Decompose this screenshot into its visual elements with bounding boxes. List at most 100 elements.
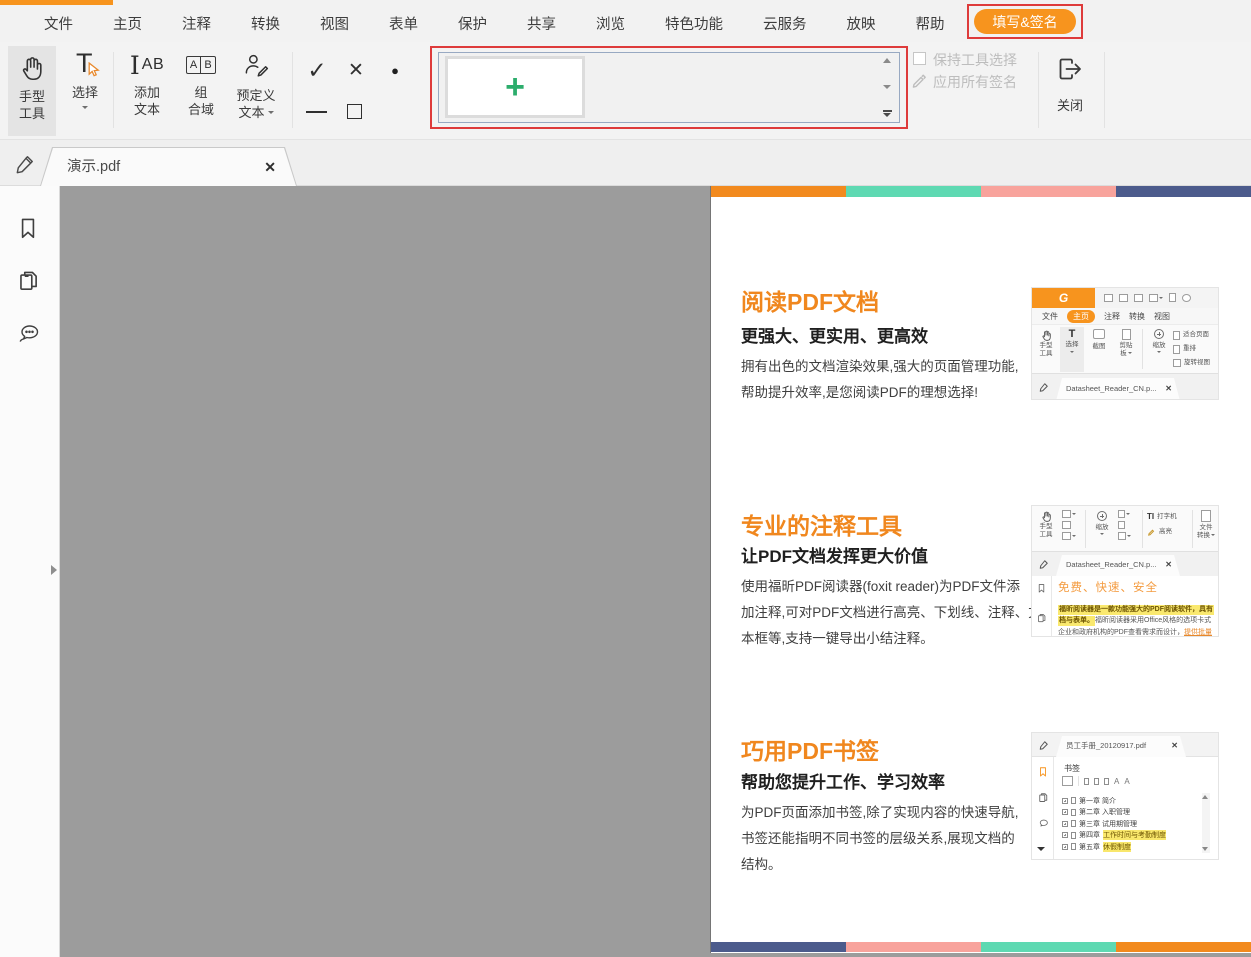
hand-tool-button[interactable]: 手型工具 bbox=[8, 46, 56, 136]
add-text-label-1: 添加 bbox=[134, 84, 160, 101]
predefined-text-button[interactable]: 预定义 文本 bbox=[228, 46, 284, 136]
mini-fit-page-icon bbox=[1173, 331, 1180, 340]
mini-typewriter-icon: TI bbox=[1147, 512, 1154, 521]
combine-field-icon: A B bbox=[186, 46, 216, 84]
section1-subtitle: 更强大、更实用、更高效 bbox=[741, 322, 928, 347]
panel-expand-handle-icon[interactable] bbox=[51, 565, 57, 575]
screenshot-thumb-bookmarks: 员工手册_20120917.pdf ✕ 书签 A A bbox=[1031, 732, 1219, 860]
signature-scroll-up-icon[interactable] bbox=[883, 58, 891, 63]
tree-expand-icon bbox=[1062, 798, 1068, 804]
menu-item[interactable]: 放映 bbox=[847, 13, 876, 34]
mini-bookmark-row[interactable]: 第一章 简介 bbox=[1062, 795, 1192, 807]
select-text-icon: T bbox=[70, 46, 100, 84]
mini-save-icon bbox=[1119, 294, 1128, 302]
mini-highlight-icon bbox=[1147, 527, 1156, 536]
section3-body: 为PDF页面添加书签,除了实现内容的快速导航,书签还能指明不同书签的层级关系,展… bbox=[741, 800, 1041, 878]
pdf-page: 阅读PDF文档 更强大、更实用、更高效 拥有出色的文档渲染效果,强大的页面管理功… bbox=[710, 186, 1251, 953]
menu-item[interactable]: 文件 bbox=[44, 13, 73, 34]
mini-hand-icon bbox=[1040, 329, 1053, 342]
menu-item[interactable]: 表单 bbox=[389, 13, 418, 34]
menu-item[interactable]: 云服务 bbox=[763, 13, 807, 34]
mini-select-tools-icon bbox=[1062, 510, 1071, 518]
menu-item[interactable]: 特色功能 bbox=[665, 13, 723, 34]
menu-item[interactable]: 主页 bbox=[113, 13, 142, 34]
plus-icon: + bbox=[505, 70, 525, 104]
tree-expand-icon bbox=[1062, 844, 1068, 850]
tab-fill-and-sign[interactable]: 填写&签名 bbox=[974, 9, 1076, 34]
menu-item[interactable]: 转换 bbox=[251, 13, 280, 34]
mini-menu-convert: 转换 bbox=[1129, 311, 1145, 322]
comments-panel-icon[interactable] bbox=[15, 320, 41, 352]
mini-print-icon bbox=[1134, 294, 1143, 302]
mini-foxit-logo: G bbox=[1032, 288, 1095, 308]
stamp-check-button[interactable]: ✓ bbox=[302, 55, 332, 85]
signature-expand-icon[interactable] bbox=[883, 110, 892, 117]
section2-body: 使用福昕PDF阅读器(foxit reader)为PDF文件添加注释,可对PDF… bbox=[741, 574, 1041, 652]
add-text-icon: I AB bbox=[130, 46, 164, 84]
tree-expand-icon bbox=[1062, 821, 1068, 827]
mini-pencil-icon bbox=[1038, 381, 1050, 393]
mini-bookmark-row[interactable]: 第四章 工作时间与考勤制度 bbox=[1062, 830, 1192, 842]
combine-field-button[interactable]: A B 组合域 bbox=[178, 46, 224, 136]
select-tool-button[interactable]: T 选择 bbox=[62, 46, 108, 136]
cursor-arrow-icon bbox=[88, 62, 101, 84]
menu-item[interactable]: 视图 bbox=[320, 13, 349, 34]
predefined-text-label-2: 文本 bbox=[238, 104, 264, 121]
section2-subtitle: 让PDF文档发挥更大价值 bbox=[741, 542, 928, 567]
hand-tool-label-1: 手型 bbox=[19, 88, 45, 105]
tree-bookmark-icon bbox=[1071, 797, 1076, 804]
stamp-dot-button[interactable]: ● bbox=[383, 58, 407, 82]
mini-collapse-level-icon: A bbox=[1124, 777, 1129, 786]
tree-expand-icon bbox=[1062, 809, 1068, 815]
fill-sign-highlight-box: 填写&签名 bbox=[967, 4, 1083, 39]
section1-body: 拥有出色的文档渲染效果,强大的页面管理功能,帮助提升效率,是您阅读PDF的理想选… bbox=[741, 354, 1041, 406]
annotate-pencil-icon[interactable] bbox=[13, 153, 36, 181]
mini-reflow-icon bbox=[1118, 521, 1125, 529]
mini-undo-icon bbox=[1182, 294, 1191, 302]
mini-doc-title: 免费、快速、安全 bbox=[1058, 579, 1158, 595]
mini-bookmarks-panel-title: 书签 bbox=[1064, 763, 1080, 774]
toolbar: 手型工具 T 选择 I AB 添加文本 A B bbox=[0, 42, 1251, 140]
mini-pages-icon bbox=[1037, 791, 1049, 804]
tree-bookmark-icon bbox=[1071, 820, 1076, 827]
mini-bookmark-row[interactable]: 第二章 入职管理 bbox=[1062, 807, 1192, 819]
mini-bookmark-icon bbox=[1036, 582, 1047, 594]
combine-field-label-2: 合域 bbox=[188, 101, 214, 118]
mini-zoom-icon bbox=[1097, 511, 1107, 521]
mini-scrollbar[interactable] bbox=[1202, 793, 1210, 853]
signature-scroll-down-icon[interactable] bbox=[883, 85, 891, 89]
menu-bar: 文件 主页 注释 转换 视图 表单 保护 共享 浏览 特色功能 云服务 放映 帮助 填写&签名 bbox=[0, 0, 1251, 42]
section2-title: 专业的注释工具 bbox=[741, 507, 902, 541]
menu-item[interactable]: 帮助 bbox=[916, 13, 945, 34]
add-signature-button[interactable]: + bbox=[445, 56, 585, 118]
select-dropdown-icon[interactable] bbox=[82, 106, 88, 109]
mini-menu-view: 视图 bbox=[1154, 311, 1170, 322]
toolbar-divider bbox=[1038, 52, 1039, 128]
keep-tool-checkbox[interactable] bbox=[913, 52, 926, 65]
pages-panel-icon[interactable] bbox=[15, 267, 41, 299]
close-fill-sign-button[interactable]: 关闭 bbox=[1044, 50, 1096, 132]
menu-item[interactable]: 共享 bbox=[527, 13, 556, 34]
stamp-line-button[interactable] bbox=[306, 111, 327, 113]
menu-item[interactable]: 保护 bbox=[458, 13, 487, 34]
predefined-text-label-1: 预定义 bbox=[236, 87, 275, 104]
person-pencil-icon bbox=[242, 51, 270, 84]
menu-item[interactable]: 浏览 bbox=[596, 13, 625, 34]
select-tool-label: 选择 bbox=[72, 84, 98, 101]
mini-convert-icon bbox=[1201, 510, 1211, 522]
pen-icon bbox=[910, 71, 928, 94]
stamp-cross-button[interactable]: ✕ bbox=[342, 57, 370, 83]
stamp-square-button[interactable] bbox=[347, 104, 362, 119]
predefined-text-dropdown-icon[interactable] bbox=[268, 111, 274, 114]
tab-close-icon[interactable]: ✕ bbox=[264, 148, 276, 186]
bookmarks-panel-icon[interactable] bbox=[15, 214, 41, 246]
document-tab[interactable]: 演示.pdf ✕ bbox=[40, 147, 297, 186]
mini-bookmark-row[interactable]: 第五章 休假制度 bbox=[1062, 841, 1192, 853]
mini-select-icon: T bbox=[1069, 327, 1076, 341]
menu-item[interactable]: 注释 bbox=[182, 13, 211, 34]
mini-document-tab: Datasheet_Reader_CN.p... ✕ bbox=[1056, 378, 1180, 400]
page-bottom-stripe bbox=[711, 942, 1251, 952]
mini-bookmark-row[interactable]: 第三章 试用期管理 bbox=[1062, 818, 1192, 830]
tree-bookmark-icon bbox=[1071, 809, 1076, 816]
add-text-button[interactable]: I AB 添加文本 bbox=[120, 46, 174, 136]
